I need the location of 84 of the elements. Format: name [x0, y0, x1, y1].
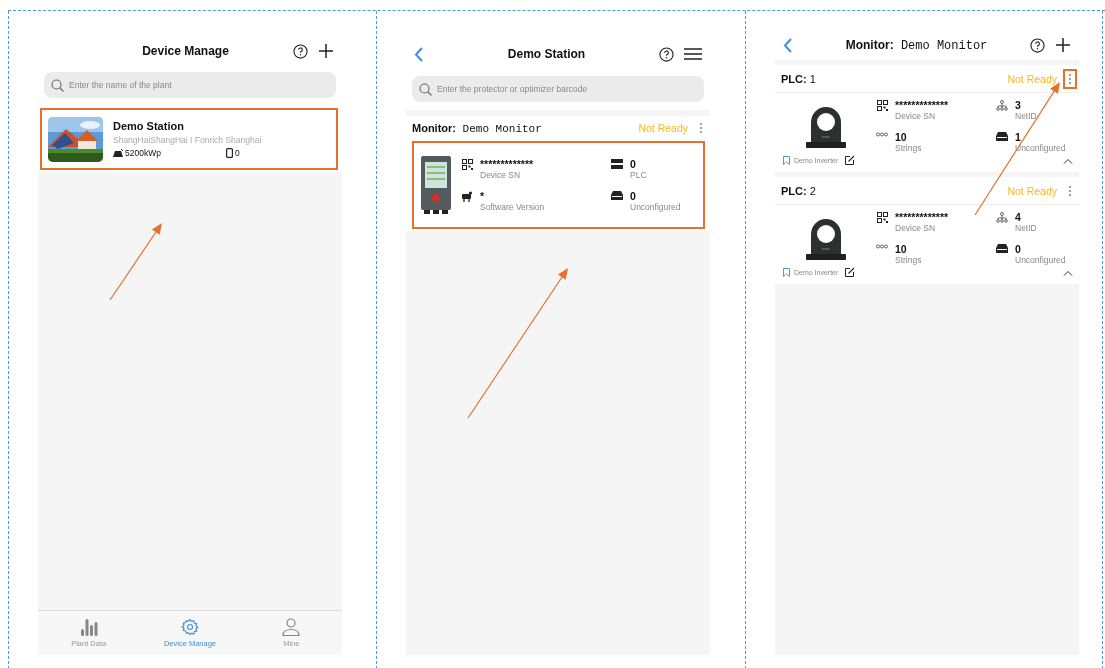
stat-label: Device SN	[895, 111, 937, 121]
status-text: Not Ready	[1007, 72, 1057, 85]
stat-value: 4	[1015, 211, 1022, 223]
more-icon	[1068, 72, 1072, 85]
stat-label: NetID	[1015, 223, 1037, 233]
phone-icon	[226, 148, 233, 158]
plant-capacity: 5200kWp	[125, 148, 161, 158]
help-icon	[1030, 37, 1045, 53]
edit-button[interactable]	[844, 267, 856, 278]
menu-icon	[684, 48, 702, 60]
edit-button[interactable]	[844, 155, 856, 166]
bookmark-icon	[783, 156, 790, 165]
stat-value: *************	[895, 211, 949, 223]
screen-title: Demo Station	[506, 47, 587, 61]
edit-icon	[844, 155, 856, 166]
status-text: Not Ready	[638, 122, 688, 134]
stat-value: 1	[1015, 131, 1022, 143]
plc-title: PLC: 2	[781, 184, 817, 197]
add-icon	[1055, 37, 1071, 53]
collapse-button[interactable]	[1063, 157, 1073, 164]
help-button[interactable]	[293, 43, 308, 59]
qr-code-icon	[461, 159, 473, 170]
server-icon	[611, 159, 623, 169]
stat-value: 0	[630, 190, 637, 202]
collapse-button[interactable]	[1063, 269, 1073, 276]
search-icon	[51, 79, 64, 92]
menu-button[interactable]	[684, 48, 702, 60]
bookmark-icon	[783, 268, 790, 277]
stat-value: *	[480, 190, 486, 202]
stat-value: 3	[1015, 99, 1022, 111]
stat-label: Strings	[895, 255, 922, 265]
help-icon	[659, 46, 674, 62]
device-count: 0	[235, 148, 240, 158]
status-text: Not Ready	[1007, 184, 1057, 197]
monitor-title: Monitor: Demo Monitor	[412, 121, 543, 135]
plc-title: PLC: 1	[781, 72, 817, 85]
qr-code-icon	[876, 212, 888, 223]
qr-code-icon	[876, 100, 888, 111]
drive-icon	[996, 244, 1008, 253]
back-icon	[414, 46, 424, 62]
stat-label: PLC	[630, 170, 647, 180]
stat-value: 0	[630, 158, 637, 170]
stat-label: Unconfigured	[1015, 255, 1066, 265]
stat-label: Strings	[895, 143, 922, 153]
help-icon	[293, 43, 308, 59]
person-icon	[282, 618, 301, 636]
chevron-up-icon	[1063, 157, 1073, 164]
screen-title: Device Manage	[141, 44, 230, 58]
bar-chart-icon	[79, 618, 98, 636]
more-icon	[1068, 184, 1072, 197]
chain-icon	[876, 132, 888, 137]
search-icon	[419, 83, 432, 96]
stat-value: *************	[895, 99, 949, 111]
add-button[interactable]	[318, 43, 334, 59]
stat-label: Unconfigured	[630, 202, 681, 212]
monitor-card[interactable]: ************* Device SN 0 PLC * Software Version 0 Unconfigured	[412, 141, 705, 229]
stat-label: Device SN	[480, 170, 522, 180]
plant-name: Demo Station	[113, 120, 185, 132]
stat-value: 10	[895, 131, 908, 143]
add-icon	[318, 43, 334, 59]
search-field[interactable]: Enter the protector or optimizer barcode	[412, 76, 704, 102]
stat-value: 10	[895, 243, 908, 255]
add-button[interactable]	[1055, 37, 1071, 53]
drive-icon	[996, 132, 1008, 141]
network-icon	[996, 100, 1008, 111]
help-button[interactable]	[659, 46, 674, 62]
stat-label: NetID	[1015, 111, 1037, 121]
network-icon	[996, 212, 1008, 223]
settings-icon	[181, 618, 199, 636]
stat-label: Software Version	[480, 202, 545, 212]
help-button[interactable]	[1030, 37, 1045, 53]
edit-icon	[844, 267, 856, 278]
chevron-up-icon	[1063, 269, 1073, 276]
solar-panel-icon	[113, 148, 123, 158]
more-button[interactable]	[1063, 68, 1077, 89]
search-field[interactable]: Enter the name of the plant	[44, 72, 336, 98]
chain-icon	[876, 244, 888, 249]
more-icon	[699, 122, 703, 134]
back-icon	[783, 37, 793, 53]
stat-value: *************	[480, 158, 534, 170]
screen-title: Monitor: Demo Monitor	[844, 37, 989, 53]
stat-value: 0	[1015, 243, 1022, 255]
drive-icon	[611, 191, 623, 200]
stat-label: Device SN	[895, 223, 937, 233]
